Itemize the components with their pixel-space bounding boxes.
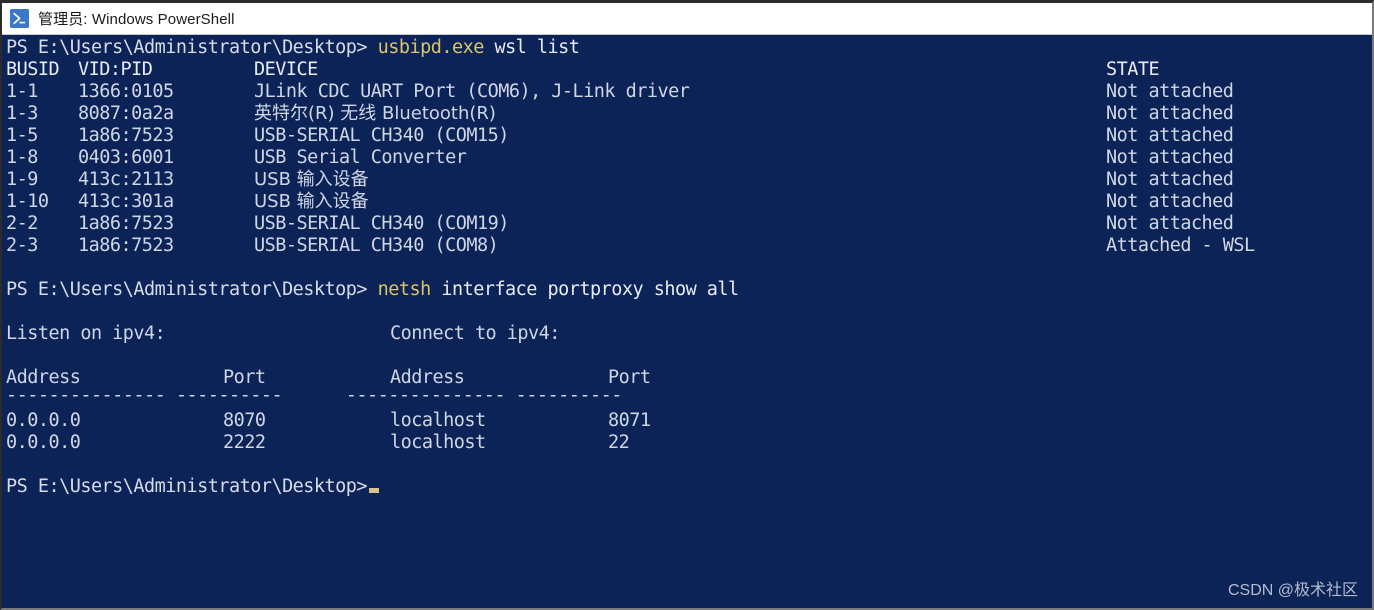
usbipd-row-busid: 1-10 — [6, 191, 49, 212]
portproxy-row-connect-port: 8071 — [608, 410, 651, 431]
usbipd-table-header: BUSID — [6, 59, 60, 81]
usbipd-row-state: Not attached — [1106, 169, 1234, 190]
header-busid: BUSID — [6, 59, 60, 80]
header-state: STATE — [1106, 59, 1160, 80]
portproxy-separator: --------------- ---------- -------------… — [6, 385, 622, 406]
portproxy-listen-label: Listen on ipv4: — [6, 323, 166, 344]
portproxy-row-listen-port: 2222 — [223, 432, 266, 453]
portproxy-row-connect-address: localhost — [390, 432, 486, 453]
usbipd-row-vidpid: 1a86:7523 — [78, 125, 174, 146]
portproxy-row-listen-port: 8070 — [223, 410, 266, 431]
usbipd-row-busid: 1-3 — [6, 103, 38, 124]
usbipd-row-vidpid: 1a86:7523 — [78, 235, 174, 256]
usbipd-row-busid: 2-3 — [6, 235, 38, 256]
usbipd-row-device: USB-SERIAL CH340 (COM8) — [254, 235, 499, 256]
usbipd-row-busid: 1-5 — [6, 125, 38, 146]
portproxy-row-listen-address: 0.0.0.0 — [6, 432, 81, 453]
usbipd-header-device-cell: DEVICE — [254, 59, 318, 81]
usbipd-row-busid: 1-1 — [6, 81, 38, 102]
portproxy-row-connect-address: localhost — [390, 410, 486, 431]
usbipd-row-busid: 2-2 — [6, 213, 38, 234]
prompt-text: PS E:\Users\Administrator\Desktop> — [6, 476, 368, 497]
powershell-icon — [10, 9, 29, 28]
powershell-window: 管理员: Windows PowerShell PS E:\Users\Admi… — [0, 0, 1374, 610]
usbipd-row-device: USB Serial Converter — [254, 147, 467, 168]
command-args-usbipd: wsl list — [483, 37, 580, 58]
usbipd-row-device: USB-SERIAL CH340 (COM19) — [254, 213, 509, 234]
usbipd-row-state: Not attached — [1106, 81, 1234, 102]
prompt-text: PS E:\Users\Administrator\Desktop> — [6, 37, 368, 58]
watermark: CSDN @极术社区 — [1227, 582, 1358, 599]
usbipd-row-state: Not attached — [1106, 125, 1234, 146]
usbipd-row-device: JLink CDC UART Port (COM6), J-Link drive… — [254, 81, 690, 102]
usbipd-row-state: Attached - WSL — [1106, 235, 1255, 256]
command-line-netsh: PS E:\Users\Administrator\Desktop> netsh… — [6, 279, 739, 301]
usbipd-row-vidpid: 0403:6001 — [78, 147, 174, 168]
usbipd-row-vidpid: 1a86:7523 — [78, 213, 174, 234]
usbipd-row-state: Not attached — [1106, 191, 1234, 212]
window-title: 管理员: Windows PowerShell — [38, 11, 235, 28]
portproxy-row-listen-address: 0.0.0.0 — [6, 410, 81, 431]
usbipd-row-vidpid: 8087:0a2a — [78, 103, 174, 124]
usbipd-row-device: USB 输入设备 — [254, 191, 369, 212]
command-line-usbipd: PS E:\Users\Administrator\Desktop> usbip… — [6, 37, 580, 59]
usbipd-row-vidpid: 413c:301a — [78, 191, 174, 212]
usbipd-header-vidpid-cell: VID:PID — [78, 59, 153, 81]
header-device: DEVICE — [254, 59, 318, 80]
usbipd-row-busid: 1-9 — [6, 169, 38, 190]
usbipd-row-device: 英特尔(R) 无线 Bluetooth(R) — [254, 103, 496, 124]
command-args-netsh: interface portproxy show all — [430, 279, 739, 300]
usbipd-row-device: USB 输入设备 — [254, 169, 369, 190]
text-cursor — [369, 488, 380, 493]
usbipd-row-state: Not attached — [1106, 213, 1234, 234]
usbipd-row-state: Not attached — [1106, 147, 1234, 168]
usbipd-row-busid: 1-8 — [6, 147, 38, 168]
usbipd-row-vidpid: 1366:0105 — [78, 81, 174, 102]
active-prompt-line[interactable]: PS E:\Users\Administrator\Desktop> — [6, 476, 380, 498]
window-titlebar[interactable]: 管理员: Windows PowerShell — [2, 3, 1372, 35]
usbipd-row-state: Not attached — [1106, 103, 1234, 124]
command-name-usbipd: usbipd.exe — [377, 37, 485, 58]
portproxy-connect-label: Connect to ipv4: — [390, 323, 560, 344]
usbipd-header-state-cell: STATE — [1106, 59, 1160, 81]
usbipd-row-device: USB-SERIAL CH340 (COM15) — [254, 125, 509, 146]
prompt-text: PS E:\Users\Administrator\Desktop> — [6, 279, 368, 300]
portproxy-row-connect-port: 22 — [608, 432, 630, 453]
header-vidpid: VID:PID — [78, 59, 153, 80]
command-name-netsh: netsh — [377, 279, 432, 300]
usbipd-row-vidpid: 413c:2113 — [78, 169, 174, 190]
console-output-area[interactable]: PS E:\Users\Administrator\Desktop> usbip… — [2, 35, 1372, 608]
